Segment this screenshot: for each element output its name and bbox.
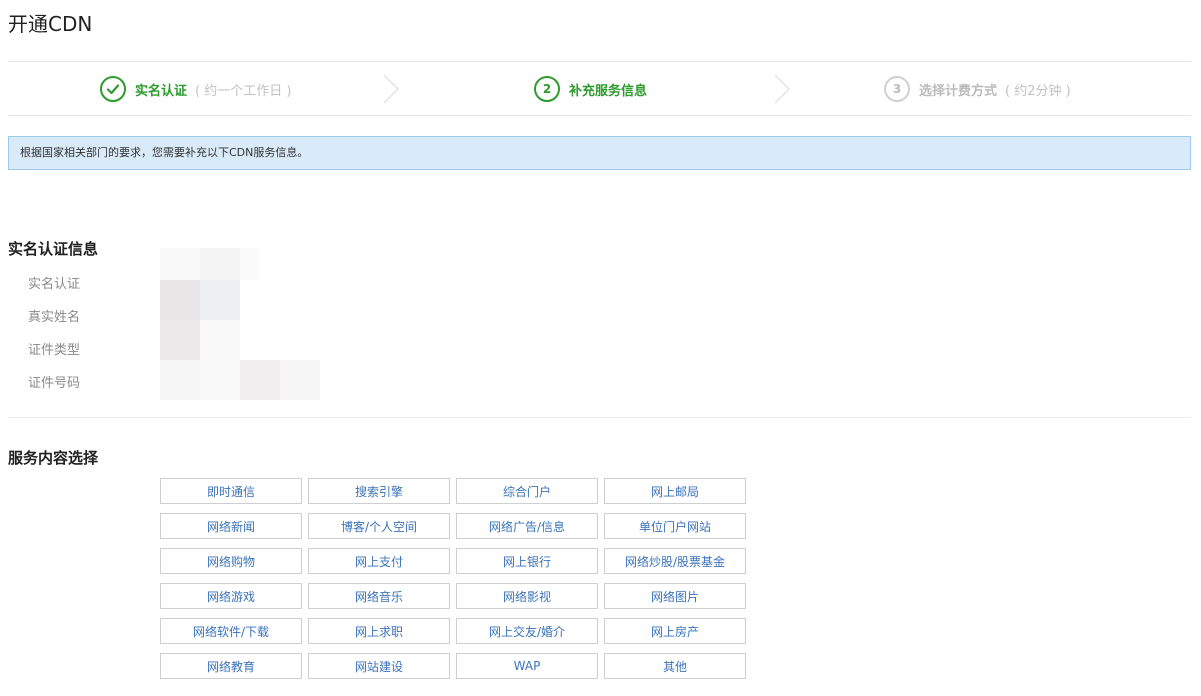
step-2-label: 补充服务信息 <box>569 83 648 99</box>
service-option[interactable]: 即时通信 <box>160 478 302 504</box>
service-option[interactable]: 网络新闻 <box>160 513 302 539</box>
step-3-label: 选择计费方式 <box>919 83 998 99</box>
service-option[interactable]: 网络软件/下载 <box>160 618 302 644</box>
page-title: 开通CDN <box>8 12 93 36</box>
field-label-verification: 实名认证 <box>28 277 81 292</box>
chevron-right-icon <box>773 74 791 108</box>
progress-steps: 实名认证 ( 约一个工作日 ) 2 补充服务信息 3 选择计费方式 ( 约2分钟… <box>8 61 1191 116</box>
service-option[interactable]: 网上邮局 <box>604 478 746 504</box>
service-option[interactable]: 网上交友/婚介 <box>456 618 598 644</box>
redacted-identity-values <box>160 248 320 400</box>
service-option[interactable]: 网络炒股/股票基金 <box>604 548 746 574</box>
service-option[interactable]: 网络图片 <box>604 583 746 609</box>
service-option[interactable]: 网络影视 <box>456 583 598 609</box>
field-label-id-number: 证件号码 <box>28 376 81 391</box>
service-options: 即时通信 搜索引擎 综合门户 网上邮局 网络新闻 博客/个人空间 网络广告/信息… <box>160 478 748 679</box>
service-option[interactable]: WAP <box>456 653 598 679</box>
step-3-note: ( 约2分钟 ) <box>1005 83 1071 99</box>
service-option[interactable]: 网上房产 <box>604 618 746 644</box>
services-heading: 服务内容选择 <box>8 449 99 467</box>
info-notice: 根据国家相关部门的要求，您需要补充以下CDN服务信息。 <box>8 136 1191 170</box>
check-icon <box>100 76 126 102</box>
service-option[interactable]: 网络购物 <box>160 548 302 574</box>
service-option[interactable]: 其他 <box>604 653 746 679</box>
service-option[interactable]: 网站建设 <box>308 653 450 679</box>
field-label-real-name: 真实姓名 <box>28 310 81 325</box>
service-option[interactable]: 网络教育 <box>160 653 302 679</box>
service-option[interactable]: 搜索引擎 <box>308 478 450 504</box>
service-option[interactable]: 网上支付 <box>308 548 450 574</box>
field-label-id-type: 证件类型 <box>28 343 81 358</box>
step-3-number: 3 <box>884 76 910 102</box>
identity-heading: 实名认证信息 <box>8 240 99 258</box>
service-option[interactable]: 网络广告/信息 <box>456 513 598 539</box>
step-3: 3 选择计费方式 ( 约2分钟 ) <box>884 76 1071 102</box>
step-1-note: ( 约一个工作日 ) <box>195 83 292 99</box>
service-option[interactable]: 综合门户 <box>456 478 598 504</box>
service-option[interactable]: 网上求职 <box>308 618 450 644</box>
step-2: 2 补充服务信息 <box>534 76 647 102</box>
service-option[interactable]: 单位门户网站 <box>604 513 746 539</box>
service-option[interactable]: 网络音乐 <box>308 583 450 609</box>
service-option[interactable]: 博客/个人空间 <box>308 513 450 539</box>
chevron-right-icon <box>382 74 400 108</box>
service-option[interactable]: 网络游戏 <box>160 583 302 609</box>
step-1: 实名认证 ( 约一个工作日 ) <box>100 76 291 102</box>
section-divider <box>8 417 1191 418</box>
step-1-label: 实名认证 <box>135 83 188 99</box>
service-option[interactable]: 网上银行 <box>456 548 598 574</box>
step-2-number: 2 <box>534 76 560 102</box>
